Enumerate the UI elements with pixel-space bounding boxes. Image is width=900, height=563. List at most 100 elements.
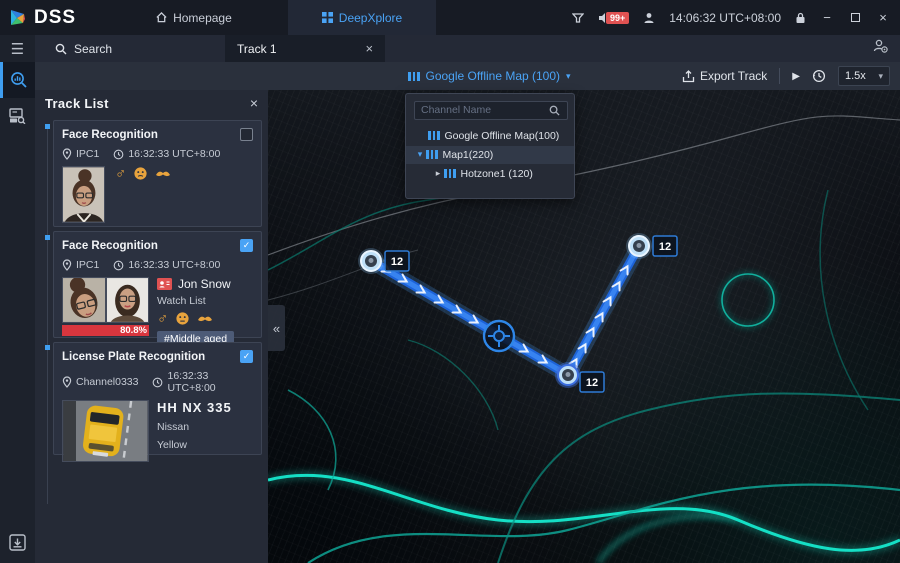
card-type-label: License Plate Recognition xyxy=(62,351,205,363)
map-canvas[interactable]: 12 12 12 « xyxy=(268,90,900,563)
vehicle-brand: Nissan xyxy=(157,421,232,433)
panel-collapse-handle[interactable]: « xyxy=(268,305,285,351)
card-checkbox[interactable] xyxy=(240,128,253,141)
menu-hamburger-icon[interactable]: ☰ xyxy=(0,35,35,62)
tree-item-label: Hotzone1 (120) xyxy=(461,168,533,180)
chevron-down-icon: ▾ xyxy=(566,71,571,82)
attribute-icons: ♂ xyxy=(157,311,234,326)
svg-text:12: 12 xyxy=(586,377,598,389)
chevron-down-icon[interactable]: ▾ xyxy=(414,149,426,160)
search-icon[interactable] xyxy=(549,105,560,116)
tree-item-google-offline-map[interactable]: Google Offline Map(100) xyxy=(414,127,566,145)
camera-marker-2[interactable] xyxy=(555,362,581,388)
map-layers-icon xyxy=(426,150,438,159)
track-route xyxy=(371,246,639,375)
timeline-dot xyxy=(45,345,50,350)
chevron-right-icon[interactable]: ▸ xyxy=(432,168,444,179)
sidebar-item-deepxplore-search[interactable] xyxy=(0,62,35,98)
watch-list-label: Watch List xyxy=(157,295,234,307)
sidebar-item-record-search[interactable] xyxy=(0,98,35,134)
vehicle-color: Yellow xyxy=(157,439,232,451)
camera-marker-1[interactable] xyxy=(358,248,384,274)
dss-logo-icon xyxy=(8,8,28,28)
card-checkbox[interactable]: ✓ xyxy=(240,350,253,363)
male-icon: ♂ xyxy=(115,166,126,181)
similarity-bar: 80.8% xyxy=(62,325,149,336)
user-icon[interactable] xyxy=(643,12,655,24)
export-icon xyxy=(682,70,695,83)
download-icon xyxy=(9,534,26,551)
marker-1-count: 12 xyxy=(391,256,403,268)
male-icon: ♂ xyxy=(157,311,168,326)
map-selector-dropdown[interactable]: Google Offline Map (100) ▾ xyxy=(408,69,571,83)
track-card-face-2[interactable]: Face Recognition ✓ IPC1 16:32:33 UTC+8:0… xyxy=(53,231,262,338)
tab-search[interactable]: Search xyxy=(35,35,132,62)
tree-item-hotzone1[interactable]: ▸ Hotzone1 (120) xyxy=(414,165,566,183)
tab-homepage-label: Homepage xyxy=(173,11,232,25)
channel-dropdown-panel: Google Offline Map(100) ▾ Map1(220) ▸ Ho… xyxy=(405,93,575,199)
grid-icon xyxy=(322,12,333,23)
attribute-icons: ♂ xyxy=(115,166,171,181)
channel-name-input[interactable] xyxy=(414,101,568,120)
clock-icon xyxy=(152,377,163,388)
card-channel: IPC1 xyxy=(76,259,99,271)
maximize-button[interactable] xyxy=(848,10,862,25)
map-layers-icon xyxy=(408,72,420,81)
play-track-button[interactable]: ▶ xyxy=(792,71,800,82)
playback-speed-select[interactable]: 1.5x ▾ xyxy=(838,66,890,86)
track-toolbar: Google Offline Map (100) ▾ Export Track … xyxy=(35,62,900,90)
tab-search-label: Search xyxy=(74,42,112,56)
app-logo: DSS xyxy=(0,7,90,29)
card-channel: IPC1 xyxy=(76,148,99,160)
track-card-plate[interactable]: License Plate Recognition ✓ Channel0333 … xyxy=(53,342,262,455)
close-window-button[interactable]: × xyxy=(876,10,890,25)
face-snapshot[interactable] xyxy=(62,166,105,223)
tree-item-map1[interactable]: ▾ Map1(220) xyxy=(406,146,574,164)
filter-icon[interactable] xyxy=(572,12,584,24)
tab-track1-close-icon[interactable]: × xyxy=(365,41,373,56)
vehicle-snapshot[interactable] xyxy=(62,400,149,462)
lock-icon[interactable] xyxy=(795,12,806,24)
card-type-label: Face Recognition xyxy=(62,129,158,141)
face-match-photo[interactable] xyxy=(106,277,149,323)
svg-text:12: 12 xyxy=(659,241,671,253)
clock-icon xyxy=(113,149,124,160)
track-list-close-icon[interactable]: × xyxy=(250,95,258,111)
track-card-face-1[interactable]: Face Recognition IPC1 16:32:33 UTC+8:00 xyxy=(53,120,262,227)
mustache-icon xyxy=(155,169,171,178)
track-list-title: Track List xyxy=(45,96,109,111)
expression-icon xyxy=(133,166,148,181)
location-pin-icon xyxy=(62,259,72,271)
map-layers-icon xyxy=(444,169,456,178)
playback-speed-value: 1.5x xyxy=(845,70,866,82)
record-search-icon xyxy=(9,108,26,124)
location-pin-icon xyxy=(62,376,72,388)
similarity-value: 80.8% xyxy=(120,325,147,336)
tab-homepage[interactable]: Homepage xyxy=(140,0,248,35)
user-settings-icon[interactable] xyxy=(873,39,888,53)
history-icon[interactable] xyxy=(812,69,826,83)
id-card-icon xyxy=(157,278,172,290)
tab-track1-label: Track 1 xyxy=(237,42,277,56)
sidebar-item-download-center[interactable] xyxy=(0,527,35,557)
camera-marker-2-label: 12 xyxy=(580,372,604,392)
card-time: 16:32:33 UTC+8:00 xyxy=(128,148,220,160)
person-name: Jon Snow xyxy=(178,277,231,291)
track-list-panel: Track List × Face Recognition IPC1 16:32… xyxy=(35,90,268,563)
alarm-indicator[interactable]: 99+ xyxy=(598,12,629,24)
titlebar: DSS Homepage DeepXplore xyxy=(0,0,900,35)
mustache-icon xyxy=(197,314,213,323)
toolbar-divider xyxy=(779,68,780,84)
tab-deepxplore[interactable]: DeepXplore xyxy=(288,0,436,35)
tab-track1[interactable]: Track 1 × xyxy=(225,35,385,62)
nav-tab-bar: Search Track 1 × xyxy=(35,35,900,62)
location-pin-icon xyxy=(62,148,72,160)
camera-marker-3[interactable] xyxy=(626,233,652,259)
export-track-button[interactable]: Export Track xyxy=(682,69,767,83)
locate-target-icon[interactable] xyxy=(484,321,514,351)
card-channel: Channel0333 xyxy=(76,376,138,388)
tree-item-label: Google Offline Map(100) xyxy=(445,130,560,142)
minimize-button[interactable]: − xyxy=(820,10,834,25)
face-snapshot[interactable] xyxy=(62,277,106,323)
card-checkbox[interactable]: ✓ xyxy=(240,239,253,252)
